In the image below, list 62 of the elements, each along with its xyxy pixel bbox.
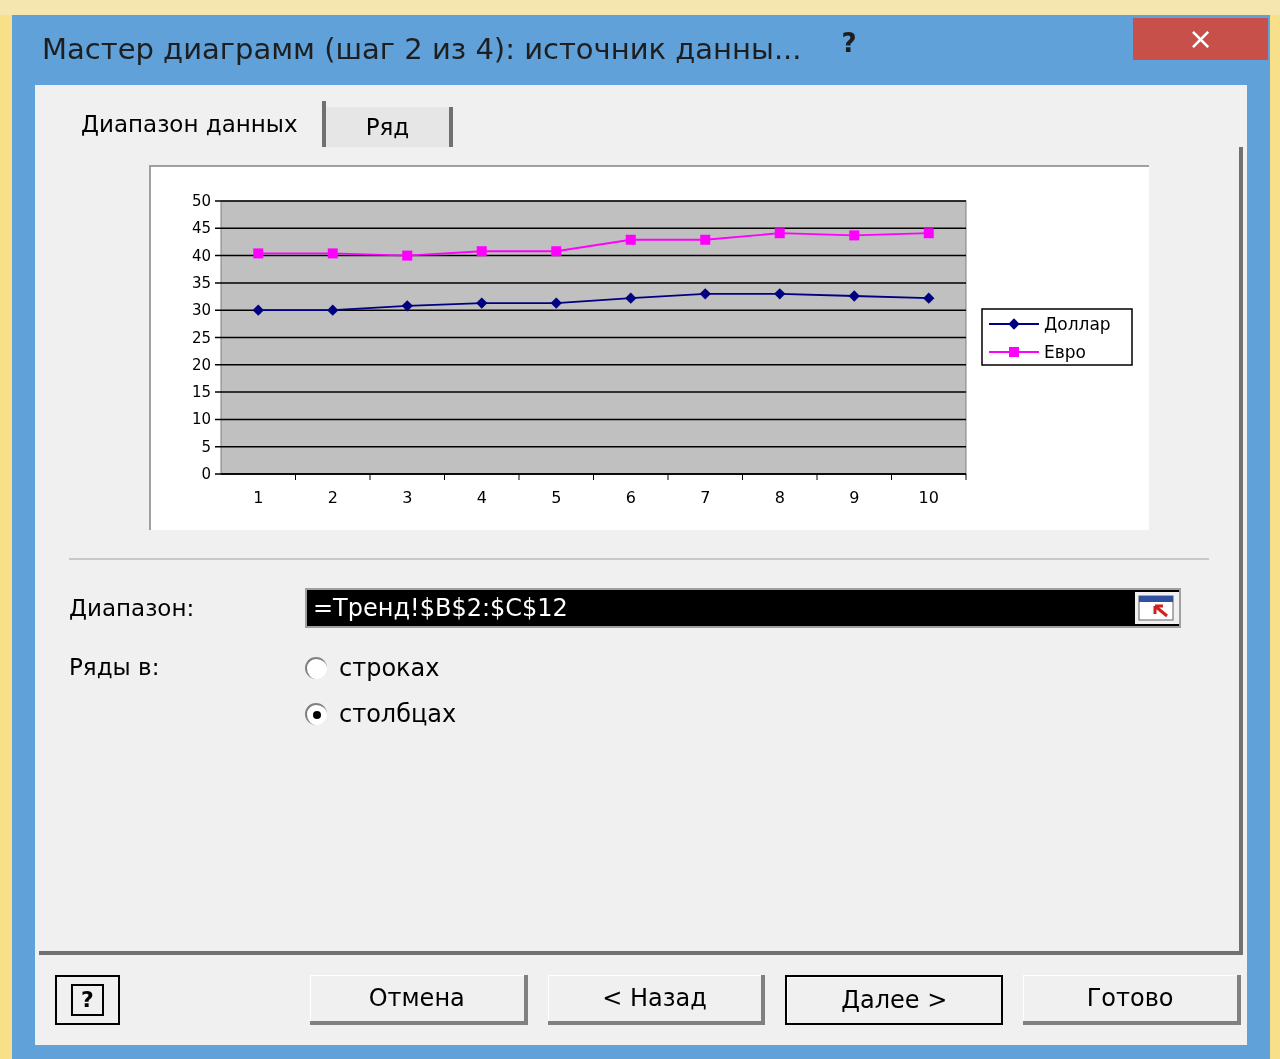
range-field[interactable]: =Тренд!$B$2:$C$12 — [305, 588, 1181, 628]
square-marker — [849, 230, 860, 241]
y-tick-label: 25 — [191, 328, 211, 347]
legend-label: Доллар — [1044, 314, 1111, 334]
square-marker — [700, 234, 711, 245]
y-tick-label: 50 — [191, 192, 211, 210]
legend-label: Евро — [1044, 342, 1086, 362]
y-tick-label: 15 — [191, 383, 211, 402]
collapse-dialog-icon[interactable] — [1135, 592, 1179, 624]
square-marker — [923, 228, 934, 239]
y-tick-label: 20 — [191, 355, 211, 374]
radio-option[interactable]: строках — [305, 650, 457, 686]
y-tick-label: 35 — [191, 273, 211, 292]
legend-square-icon — [988, 347, 1040, 357]
y-tick-label: 30 — [191, 301, 211, 320]
series-in-label: Ряды в: — [69, 653, 161, 682]
window-title: Мастер диаграмм (шаг 2 из 4): источник данны... — [42, 31, 802, 69]
dialog-button[interactable]: Готово — [1023, 975, 1241, 1025]
x-tick-label: 4 — [476, 488, 487, 507]
dialog-button[interactable]: Отмена — [309, 975, 528, 1025]
x-tick-label: 1 — [253, 488, 264, 507]
x-tick-label: 6 — [625, 488, 636, 507]
y-tick-label: 40 — [191, 246, 211, 265]
range-label: Диапазон: — [69, 593, 196, 623]
x-tick-label: 5 — [551, 488, 562, 507]
square-marker — [774, 228, 785, 239]
help-icon-button[interactable]: ? — [55, 975, 120, 1025]
diamond-marker — [923, 292, 935, 304]
close-button[interactable]: × — [1133, 18, 1268, 60]
x-tick-label: 8 — [774, 488, 785, 507]
square-marker — [253, 248, 264, 259]
y-tick-label: 10 — [191, 410, 211, 429]
diamond-marker — [550, 297, 562, 309]
diamond-marker — [401, 300, 413, 312]
dialog-button[interactable]: < Назад — [547, 975, 766, 1025]
legend-diamond-icon — [988, 318, 1040, 330]
x-tick-label: 2 — [327, 488, 338, 507]
radio-button[interactable] — [305, 657, 327, 679]
x-tick-label: 9 — [849, 488, 860, 507]
diamond-marker — [848, 290, 860, 302]
diamond-marker — [327, 304, 339, 316]
y-tick-label: 45 — [191, 219, 211, 238]
square-marker — [551, 246, 562, 257]
square-marker — [402, 250, 413, 261]
square-marker — [476, 246, 487, 257]
radio-option[interactable]: столбцах — [305, 696, 457, 732]
diamond-marker — [476, 297, 488, 309]
diamond-marker — [699, 288, 711, 300]
square-marker — [327, 248, 338, 259]
radio-button[interactable] — [305, 703, 327, 725]
y-tick-label: 0 — [201, 465, 211, 483]
diamond-marker — [625, 292, 637, 304]
tab[interactable]: Ряд — [325, 107, 454, 147]
y-tick-label: 5 — [201, 437, 211, 456]
square-marker — [625, 234, 636, 245]
diamond-marker — [774, 288, 786, 300]
diamond-marker — [252, 304, 264, 316]
help-button[interactable]: ? — [841, 23, 857, 63]
x-tick-label: 10 — [918, 488, 939, 507]
dialog-button[interactable]: Далее > — [785, 975, 1004, 1025]
x-tick-label: 3 — [402, 488, 413, 507]
x-tick-label: 7 — [700, 488, 711, 507]
